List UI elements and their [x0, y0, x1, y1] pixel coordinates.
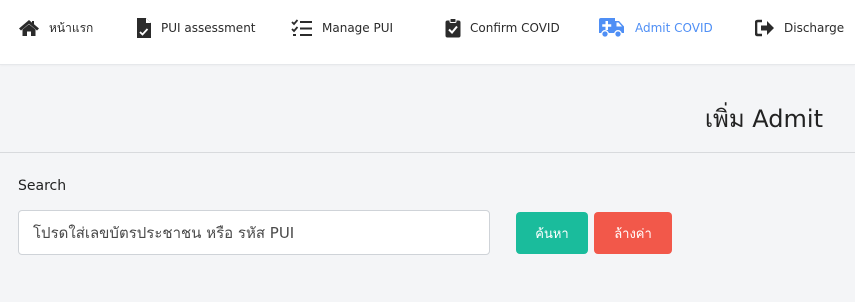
clear-button[interactable]: ล้างค่า — [594, 212, 672, 254]
nav-item-admit-covid[interactable]: Admit COVID — [598, 0, 713, 56]
home-icon — [18, 19, 40, 37]
ambulance-icon — [598, 18, 626, 38]
page-header: เพิ่ม Admit — [0, 64, 855, 153]
nav-item-confirm-covid[interactable]: Confirm COVID — [445, 0, 560, 56]
top-navbar: หน้าแรก PUI assessment Manage PUI Confir… — [0, 0, 855, 65]
clipboard-check-icon — [445, 18, 461, 38]
search-button[interactable]: ค้นหา — [516, 212, 588, 254]
nav-item-label: PUI assessment — [161, 21, 256, 35]
nav-item-label: Manage PUI — [322, 21, 394, 35]
search-label: Search — [18, 178, 67, 194]
nav-item-label: หน้าแรก — [49, 20, 94, 35]
nav-item-label: Admit COVID — [635, 21, 713, 35]
nav-item-label: Discharge — [784, 21, 845, 35]
nav-item-manage-pui[interactable]: Manage PUI — [291, 0, 393, 56]
file-medical-icon — [136, 18, 152, 38]
sign-out-icon — [755, 19, 775, 37]
nav-item-pui-assessment[interactable]: PUI assessment — [136, 0, 256, 56]
task-list-icon — [291, 19, 313, 37]
nav-item-discharge[interactable]: Discharge — [755, 0, 844, 56]
search-input[interactable] — [18, 210, 490, 255]
nav-item-home[interactable]: หน้าแรก — [18, 0, 93, 56]
page-title: เพิ่ม Admit — [704, 105, 823, 133]
nav-item-label: Confirm COVID — [470, 21, 560, 35]
